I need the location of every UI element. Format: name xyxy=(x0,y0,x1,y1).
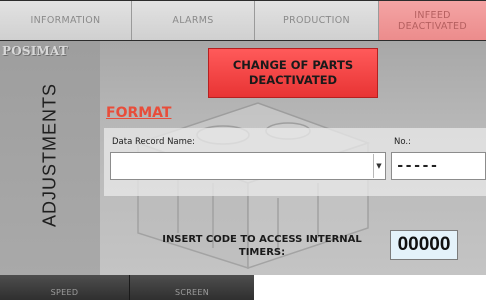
record-number-label: No.: xyxy=(394,137,411,147)
tab-information[interactable]: INFORMATION xyxy=(0,1,132,40)
bottom-tab-bar: SPEED SCREEN xyxy=(0,275,486,300)
data-record-select[interactable]: ▼ xyxy=(110,152,386,180)
tab-screen[interactable]: SCREEN xyxy=(130,275,254,300)
data-record-label: Data Record Name: xyxy=(112,137,196,147)
page-title: ADJUSTMENTS xyxy=(39,82,60,228)
posimat-logo: POSIMAT xyxy=(2,44,69,58)
top-tab-bar: INFORMATION ALARMS PRODUCTION INFEED DEA… xyxy=(0,0,486,41)
code-access-label: INSERT CODE TO ACCESS INTERNAL TIMERS: xyxy=(162,234,362,258)
tab-infeed-deactivated[interactable]: INFEED DEACTIVATED xyxy=(379,1,486,40)
tab-speed[interactable]: SPEED xyxy=(0,275,130,300)
format-title: FORMAT xyxy=(106,105,172,121)
hmi-screen: INFORMATION ALARMS PRODUCTION INFEED DEA… xyxy=(0,0,486,300)
chevron-down-icon[interactable]: ▼ xyxy=(373,154,384,178)
change-of-parts-button[interactable]: CHANGE OF PARTS DEACTIVATED xyxy=(208,48,378,98)
tab-production[interactable]: PRODUCTION xyxy=(255,1,379,40)
code-input[interactable]: 00000 xyxy=(390,230,458,260)
record-number-field: ----- xyxy=(391,152,486,180)
tab-alarms[interactable]: ALARMS xyxy=(132,1,255,40)
